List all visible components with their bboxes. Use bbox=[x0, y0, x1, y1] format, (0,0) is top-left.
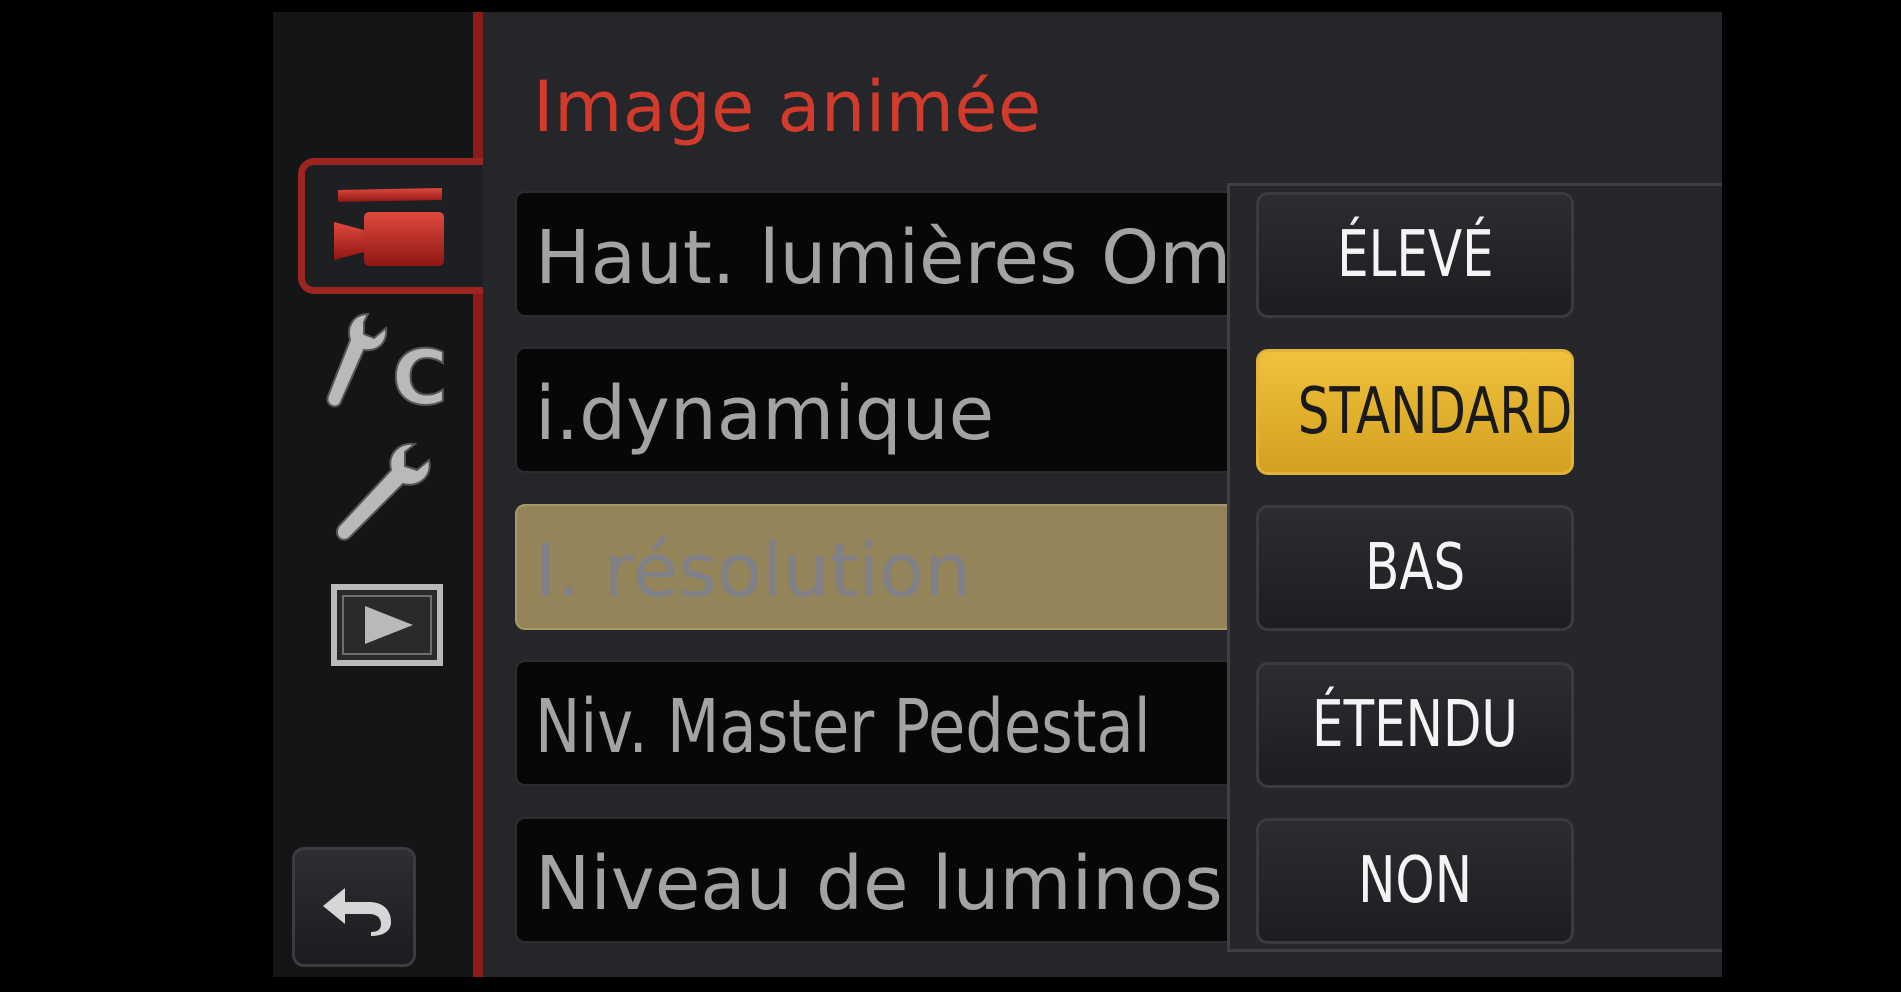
option-label: STANDARD bbox=[1297, 375, 1573, 449]
option-label: ÉTENDU bbox=[1312, 688, 1518, 762]
playback-icon[interactable] bbox=[331, 584, 443, 666]
return-arrow-icon bbox=[323, 888, 391, 936]
menu-item-label: I. résolution bbox=[535, 528, 972, 614]
option-label: ÉLEVÉ bbox=[1336, 218, 1494, 292]
option-low-button[interactable]: BAS bbox=[1256, 505, 1574, 631]
option-high-button[interactable]: ÉLEVÉ bbox=[1256, 192, 1574, 318]
menu-item-label: Niveau de luminosit bbox=[535, 841, 1255, 927]
active-tab-indicator-line bbox=[473, 12, 483, 977]
page-title: Image animée bbox=[533, 66, 1042, 148]
menu-item-label: i.dynamique bbox=[535, 371, 995, 457]
setup-wrench-icon[interactable] bbox=[333, 440, 438, 546]
option-off-button[interactable]: NON bbox=[1256, 818, 1574, 944]
motion-picture-camera-icon bbox=[334, 188, 444, 266]
custom-wrench-c-icon[interactable]: C bbox=[320, 310, 455, 410]
menu-item-label: Haut. lumières Omb bbox=[535, 215, 1255, 301]
option-label: BAS bbox=[1364, 531, 1466, 605]
option-extended-button[interactable]: ÉTENDU bbox=[1256, 662, 1574, 788]
option-standard-button[interactable]: STANDARD bbox=[1256, 349, 1574, 475]
menu-item-i-dynamic[interactable]: i.dynamique bbox=[515, 347, 1255, 473]
back-button[interactable] bbox=[292, 847, 416, 967]
menu-item-master-pedestal[interactable]: Niv. Master Pedestal bbox=[515, 660, 1255, 786]
option-label: NON bbox=[1358, 844, 1472, 918]
menu-item-i-resolution[interactable]: I. résolution bbox=[515, 504, 1255, 630]
menu-item-highlight-shadow[interactable]: Haut. lumières Omb bbox=[515, 191, 1255, 317]
menu-item-label: Niv. Master Pedestal bbox=[535, 684, 1151, 770]
menu-item-luminance-level[interactable]: Niveau de luminosit bbox=[515, 817, 1255, 943]
svg-text:C: C bbox=[392, 333, 448, 410]
